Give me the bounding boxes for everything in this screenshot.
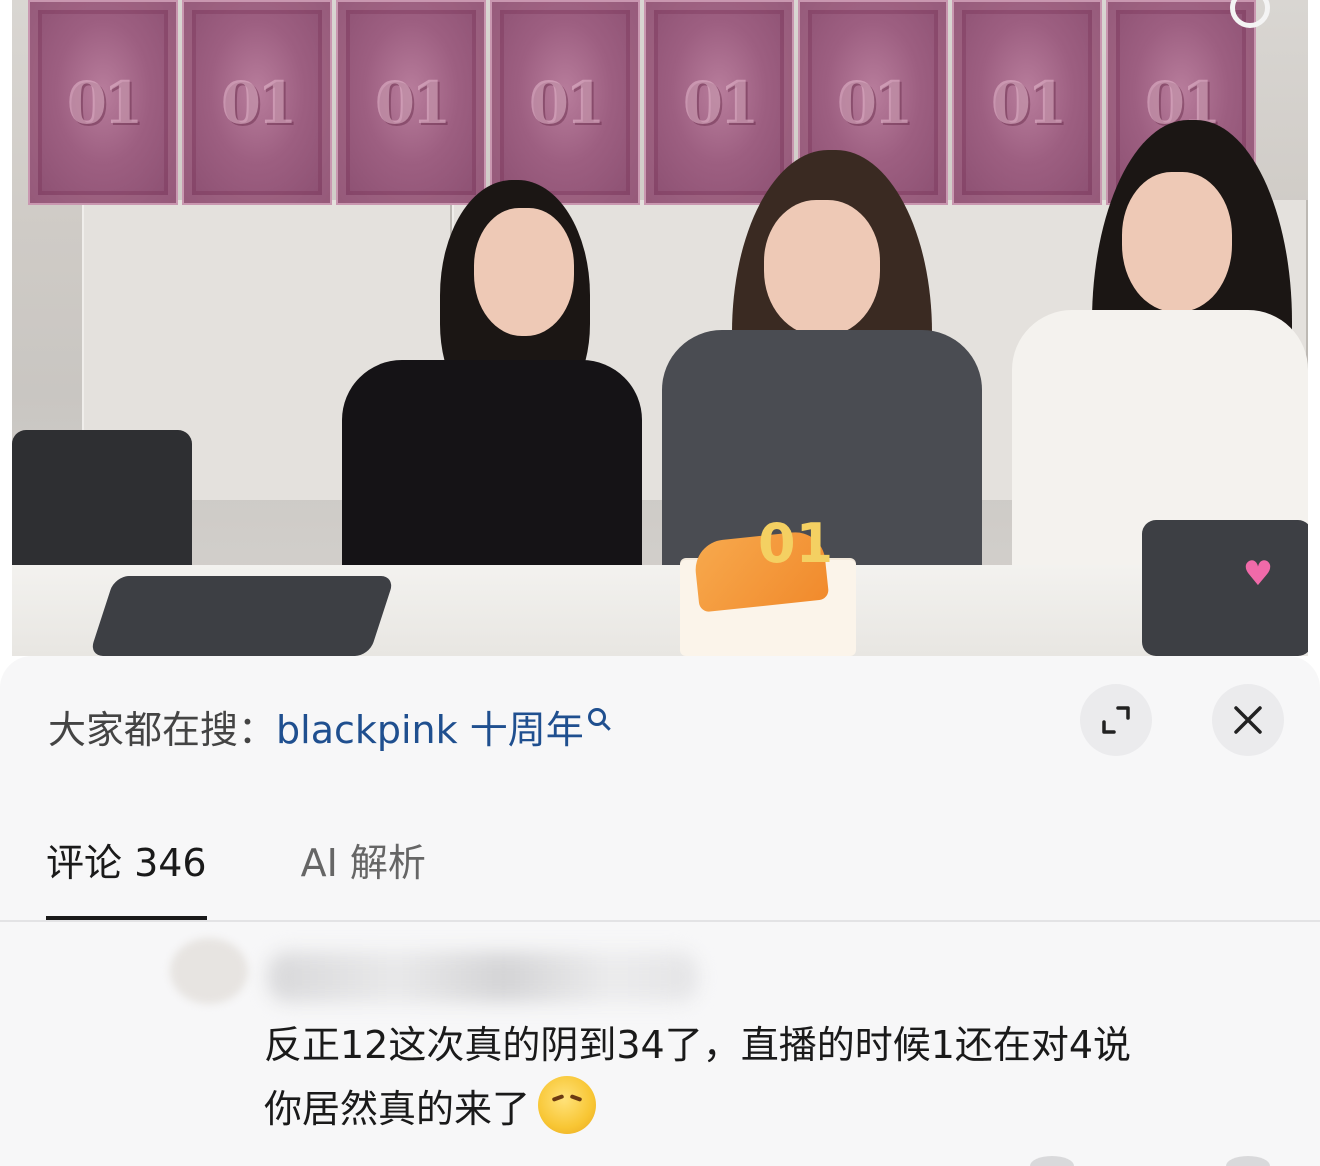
wall-poster: 01 bbox=[336, 0, 486, 205]
tablet-right bbox=[1142, 520, 1308, 656]
comment-line-with-emoji: 你居然真的来了 bbox=[264, 1076, 1274, 1140]
expand-button[interactable] bbox=[1080, 684, 1152, 756]
divider bbox=[0, 920, 1320, 922]
reaction-icon[interactable] bbox=[1030, 1156, 1074, 1166]
username-blurred[interactable] bbox=[268, 952, 698, 1002]
face bbox=[474, 208, 574, 336]
expand-icon bbox=[1102, 706, 1130, 734]
wall-poster: 01 bbox=[490, 0, 640, 205]
search-icon bbox=[587, 708, 606, 726]
related-search-prefix: 大家都在搜： bbox=[48, 707, 277, 752]
tab-bar: 评论 346 AI 解析 bbox=[46, 832, 426, 922]
cake-candle: 01 bbox=[758, 512, 834, 575]
comment-line: 你居然真的来了 bbox=[264, 1087, 531, 1131]
tablet-left bbox=[89, 576, 395, 656]
heart-icon: ♥ bbox=[1242, 554, 1274, 594]
tab-comments[interactable]: 评论 346 bbox=[46, 832, 207, 922]
avatar[interactable] bbox=[170, 938, 248, 1004]
related-search[interactable]: 大家都在搜： blackpink 十周年 bbox=[48, 696, 606, 756]
reaction-icon[interactable] bbox=[1226, 1156, 1270, 1166]
video-frame: 01 01 01 01 01 01 01 01 01 ♥ bbox=[12, 0, 1308, 656]
video-player[interactable]: 01 01 01 01 01 01 01 01 01 ♥ bbox=[0, 0, 1320, 676]
face bbox=[764, 200, 880, 336]
tab-ai-analysis[interactable]: AI 解析 bbox=[301, 832, 426, 922]
close-button[interactable] bbox=[1212, 684, 1284, 756]
wall-poster: 01 bbox=[952, 0, 1102, 205]
comments-sheet: 大家都在搜： blackpink 十周年 评论 346 AI 解析 反正12这次… bbox=[0, 656, 1320, 1166]
close-icon bbox=[1234, 706, 1262, 734]
black-dress bbox=[342, 360, 642, 580]
wall-poster: 01 bbox=[182, 0, 332, 205]
shushing-face-emoji-icon bbox=[538, 1076, 597, 1134]
related-search-term[interactable]: blackpink 十周年 bbox=[276, 699, 584, 754]
office-chair bbox=[12, 430, 192, 580]
wall-poster: 01 bbox=[28, 0, 178, 205]
face bbox=[1122, 172, 1232, 312]
wall-poster: 01 bbox=[644, 0, 794, 205]
comment-line: 反正12这次真的阴到34了，直播的时候1还在对4说 bbox=[264, 1023, 1132, 1067]
comment-body: 反正12这次真的阴到34了，直播的时候1还在对4说 你居然真的来了 bbox=[264, 1014, 1274, 1140]
